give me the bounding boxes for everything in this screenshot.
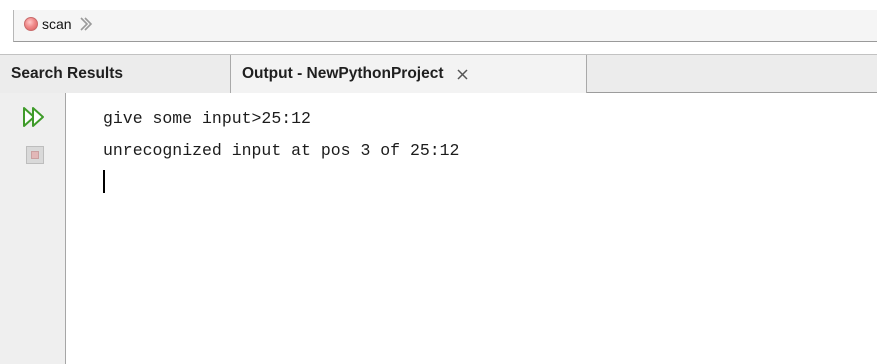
ide-output-window: scan Search Results Output - NewPythonPr… [0,0,877,364]
console-line: unrecognized input at pos 3 of 25:12 [103,141,460,160]
breadcrumb-item-label[interactable]: scan [42,16,72,32]
console-line: give some input>25:12 [103,109,311,128]
breadcrumb[interactable]: scan [24,12,94,36]
breadcrumb-bar: scan [13,10,877,42]
output-toolbar [0,93,66,364]
console-output[interactable]: give some input>25:12 unrecognized input… [66,93,877,364]
close-icon[interactable] [456,68,469,81]
tab-bar: Search Results Output - NewPythonProject [0,54,877,93]
stop-icon [31,151,39,159]
chevron-right-icon[interactable] [78,16,94,32]
tab-output[interactable]: Output - NewPythonProject [231,55,587,93]
top-edge [0,0,877,10]
text-caret [103,170,105,193]
tab-search-results[interactable]: Search Results [0,55,231,93]
tab-output-label: Output - NewPythonProject [242,65,444,82]
rerun-icon[interactable] [21,105,47,129]
stop-button[interactable] [26,146,44,164]
tab-search-results-label: Search Results [11,65,123,82]
gap-area [0,42,877,54]
stop-dot-icon [24,17,38,31]
